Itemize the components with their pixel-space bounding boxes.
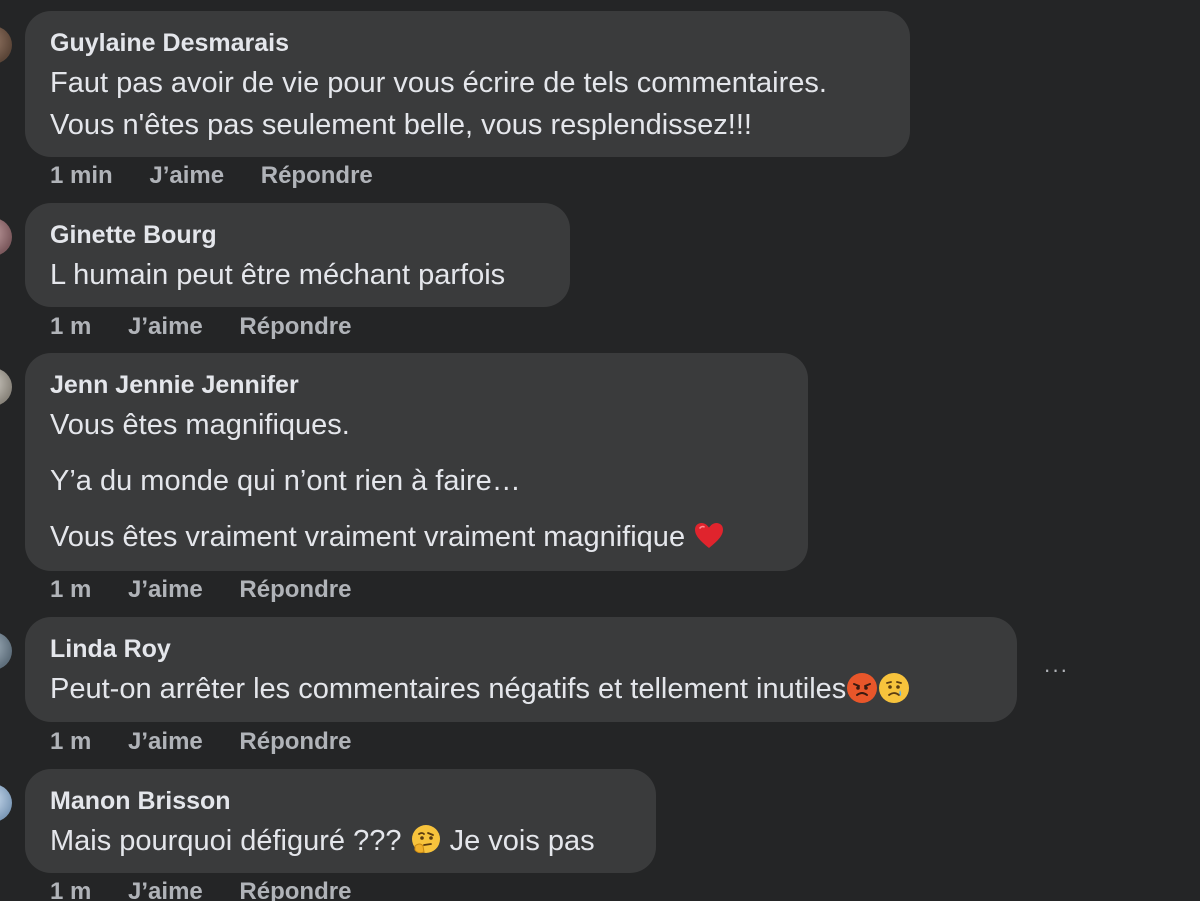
thinking-face-emoji [411, 825, 440, 854]
comment-bubble: Manon Brisson Mais pourquoi défiguré ???… [25, 769, 656, 873]
angry-face-emoji [847, 673, 878, 703]
reply-button[interactable]: Répondre [239, 313, 351, 340]
comment-actions: 1 m J’aime Répondre [50, 877, 381, 901]
like-button[interactable]: J’aime [149, 162, 224, 189]
reply-button[interactable]: Répondre [261, 162, 373, 189]
comment-bubble: Jenn Jennie Jennifer Vous êtes magnifiqu… [25, 353, 808, 571]
comment-timestamp[interactable]: 1 m [50, 576, 91, 603]
comment-author[interactable]: Jenn Jennie Jennifer [50, 370, 783, 400]
comment-author[interactable]: Ginette Bourg [50, 220, 545, 250]
avatar-guylaine[interactable] [0, 26, 12, 64]
comment-author[interactable]: Manon Brisson [50, 786, 631, 816]
comment-timestamp[interactable]: 1 m [50, 313, 91, 340]
like-button[interactable]: J’aime [128, 878, 203, 901]
comment-author[interactable]: Linda Roy [50, 634, 992, 664]
comment-text: Vous n'êtes pas seulement belle, vous re… [50, 109, 752, 141]
comment-timestamp[interactable]: 1 min [50, 162, 113, 189]
comment-text-with-emoji: Mais pourquoi défiguré ??? Je vois pas [50, 820, 631, 862]
like-button[interactable]: J’aime [128, 313, 203, 340]
comment-timestamp[interactable]: 1 m [50, 878, 91, 901]
reply-button[interactable]: Répondre [239, 576, 351, 603]
comment-actions: 1 m J’aime Répondre [50, 312, 381, 342]
comment-text: Vous êtes vraiment vraiment vraiment mag… [50, 521, 686, 553]
comment-author[interactable]: Guylaine Desmarais [50, 28, 885, 58]
comment-actions: 1 m J’aime Répondre [50, 727, 381, 757]
sad-relieved-face-emoji [879, 673, 910, 703]
comment-text: Y’a du monde qui n’ont rien à faire… [50, 465, 521, 497]
comment-bubble: Ginette Bourg L humain peut être méchant… [25, 203, 570, 307]
comment-text: Peut-on arrêter les commentaires négatif… [50, 673, 847, 705]
like-button[interactable]: J’aime [128, 728, 203, 755]
comment-text-with-emoji: Vous êtes vraiment vraiment vraiment mag… [50, 516, 783, 558]
comments-feed: Guylaine Desmarais Faut pas avoir de vie… [0, 0, 1200, 901]
comment-timestamp[interactable]: 1 m [50, 728, 91, 755]
comment-actions: 1 m J’aime Répondre [50, 575, 381, 605]
comment-text: Faut pas avoir de vie pour vous écrire d… [50, 67, 827, 99]
heart-emoji [695, 523, 724, 548]
comment-text: L humain peut être méchant parfois [50, 259, 506, 291]
comment-text: Vous êtes magnifiques. [50, 409, 350, 441]
avatar-ginette[interactable] [0, 218, 12, 256]
comment-text-with-emoji: Peut-on arrêter les commentaires négatif… [50, 668, 992, 710]
comment-text: Mais pourquoi défiguré ??? [50, 825, 402, 857]
avatar-linda[interactable] [0, 632, 12, 670]
avatar-manon[interactable] [0, 784, 12, 822]
like-button[interactable]: J’aime [128, 576, 203, 603]
comment-bubble: Linda Roy Peut-on arrêter les commentair… [25, 617, 1017, 722]
comment-bubble: Guylaine Desmarais Faut pas avoir de vie… [25, 11, 910, 157]
comment-actions: 1 min J’aime Répondre [50, 161, 403, 191]
reply-button[interactable]: Répondre [239, 728, 351, 755]
reply-button[interactable]: Répondre [239, 878, 351, 901]
comment-text: Je vois pas [449, 825, 595, 857]
avatar-jenn[interactable] [0, 368, 12, 406]
more-options-button[interactable]: ··· [1036, 655, 1076, 685]
